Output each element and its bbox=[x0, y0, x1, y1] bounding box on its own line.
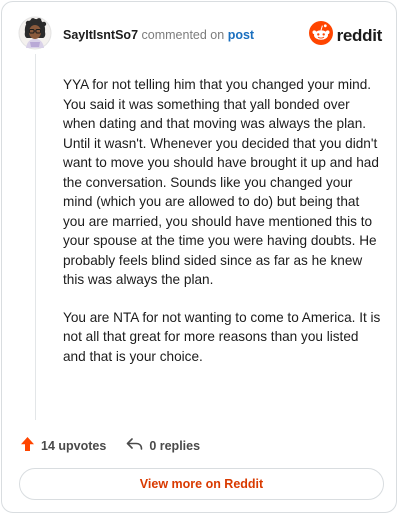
comment-actions: 14 upvotes 0 replies bbox=[20, 436, 200, 455]
replies-button[interactable]: 0 replies bbox=[126, 437, 200, 454]
upvote-arrow-icon bbox=[20, 436, 35, 455]
comment-paragraph: You are NTA for not wanting to come to A… bbox=[63, 309, 381, 364]
username-link[interactable]: SayItIsntSo7 bbox=[63, 28, 138, 42]
view-more-button[interactable]: View more on Reddit bbox=[19, 468, 384, 500]
reddit-logo-icon bbox=[308, 21, 333, 50]
upvote-button[interactable]: 14 upvotes bbox=[20, 436, 106, 455]
reply-count: 0 replies bbox=[149, 438, 201, 453]
user-avatar-icon[interactable] bbox=[18, 16, 52, 50]
thread-line bbox=[35, 54, 36, 420]
comment-paragraph: YYA for not telling him that you changed… bbox=[63, 77, 379, 287]
comment-body: YYA for not telling him that you changed… bbox=[63, 75, 381, 384]
comment-header: SayItIsntSo7 commented on post bbox=[63, 27, 254, 43]
upvote-count: 14 upvotes bbox=[41, 438, 107, 453]
action-text: commented on bbox=[141, 28, 225, 42]
reddit-wordmark: reddit bbox=[336, 25, 383, 45]
reply-arrow-icon bbox=[126, 437, 143, 454]
reddit-brand[interactable]: reddit bbox=[308, 21, 383, 50]
post-link[interactable]: post bbox=[228, 28, 254, 42]
comment-embed-card: SayItIsntSo7 commented on post reddit YY… bbox=[1, 1, 397, 513]
